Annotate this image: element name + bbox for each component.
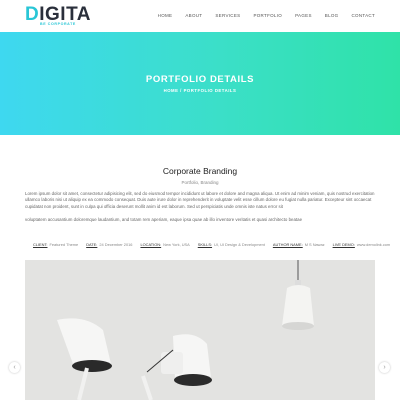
meta-label: LOCATION: <box>140 242 162 247</box>
logo-tagline: BE CORPORATE <box>40 22 76 26</box>
meta-skills: SKILLS: UI, UI Design & Development <box>198 242 265 247</box>
meta-value: 24 December 2016 <box>99 242 133 247</box>
meta-client: CLIENT: Featured Theme <box>33 242 78 247</box>
chevron-left-icon[interactable]: ‹ <box>9 362 20 373</box>
project-image <box>25 260 375 400</box>
breadcrumb: HOME / PORTFOLIO DETAILS <box>163 88 237 93</box>
meta-label: AUTHOR NAME: <box>272 242 303 247</box>
meta-value: Featured Theme <box>49 242 79 247</box>
nav-item-services[interactable]: SERVICES <box>215 13 240 18</box>
nav-item-blog[interactable]: BLOG <box>325 13 339 18</box>
meta-label: LIVE DEMO: <box>332 242 355 247</box>
nav-item-contact[interactable]: CONTACT <box>351 13 375 18</box>
meta-label: DATE: <box>86 242 98 247</box>
logo[interactable]: DIGITA BE CORPORATE <box>25 5 91 27</box>
live-demo-link[interactable]: www.demolink.com <box>357 242 390 247</box>
logo-letter: D <box>25 4 40 25</box>
lamps-photo <box>25 260 375 400</box>
nav-item-portfolio[interactable]: PORTFOLIO <box>253 13 282 18</box>
meta-value: UI, UI Design & Development <box>214 242 265 247</box>
page-hero: PORTFOLIO DETAILS HOME / PORTFOLIO DETAI… <box>0 32 400 135</box>
main-nav: HOME ABOUT SERVICES PORTFOLIO PAGES BLOG… <box>145 13 375 18</box>
project-description-continued: voluptatem accusantium doloremque laudan… <box>25 217 303 222</box>
project-description: Lorem ipsum dolor sit amet, consectetur … <box>25 191 375 209</box>
meta-live-demo[interactable]: LIVE DEMO: www.demolink.com <box>333 242 391 247</box>
nav-item-pages[interactable]: PAGES <box>295 13 312 18</box>
meta-date: DATE: 24 December 2016 <box>86 242 132 247</box>
page-title: PORTFOLIO DETAILS <box>145 74 255 85</box>
project-categories: Portfolio, Branding <box>181 180 219 185</box>
nav-item-home[interactable]: HOME <box>158 13 173 18</box>
meta-value: M S Nawaz <box>304 242 325 247</box>
chevron-right-icon[interactable]: › <box>379 362 390 373</box>
meta-value: New York, USA <box>163 242 190 247</box>
project-title: Corporate Branding <box>162 166 238 176</box>
nav-item-about[interactable]: ABOUT <box>185 13 202 18</box>
meta-author: AUTHOR NAME: M S Nawaz <box>273 242 325 247</box>
project-meta: CLIENT: Featured Theme DATE: 24 December 2… <box>33 242 398 247</box>
meta-label: SKILLS: <box>197 242 213 247</box>
meta-label: CLIENT: <box>33 242 48 247</box>
site-header: DIGITA BE CORPORATE HOME ABOUT SERVICES … <box>0 0 400 32</box>
meta-location: LOCATION: New York, USA <box>140 242 189 247</box>
